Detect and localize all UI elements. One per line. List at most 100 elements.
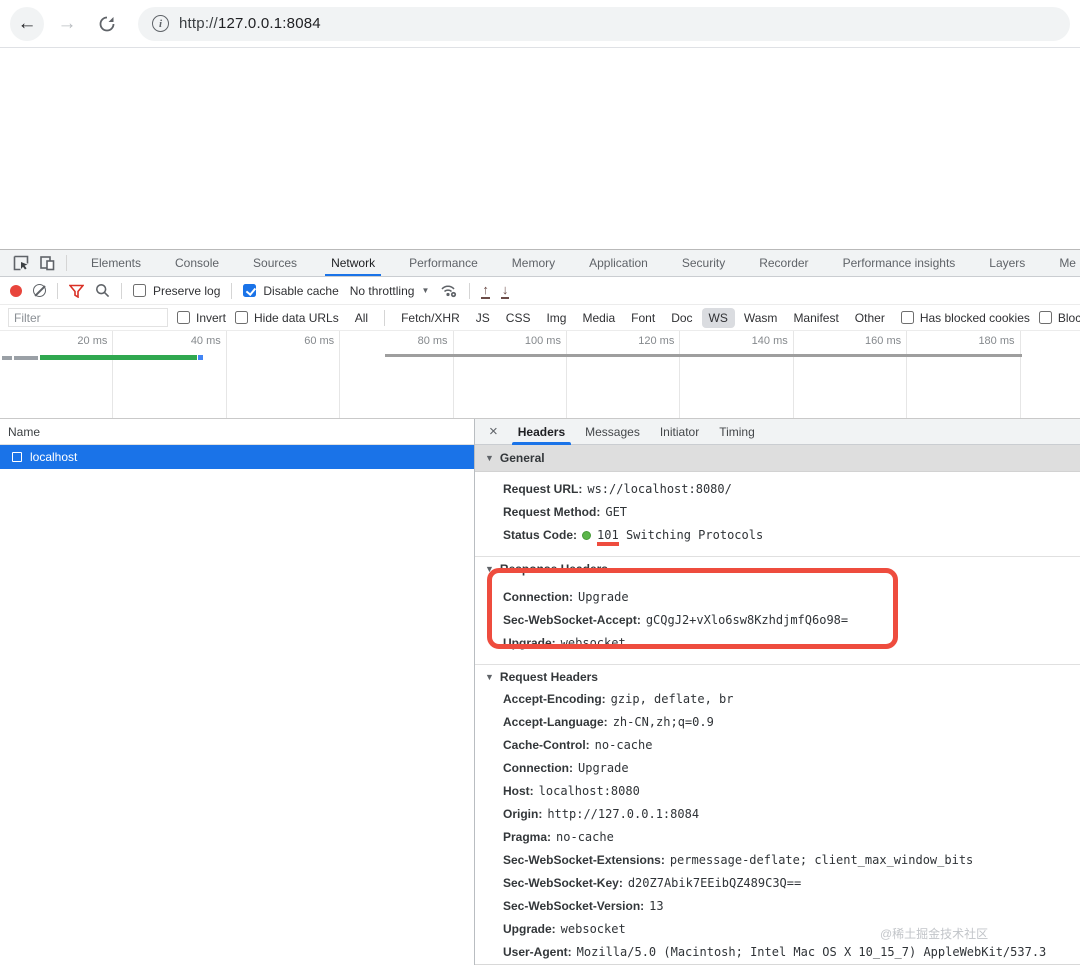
reload-button[interactable] [90, 7, 124, 41]
filter-chip[interactable]: Doc [664, 308, 699, 328]
devtools-tab[interactable]: Sources [249, 250, 301, 277]
header-value: GET [605, 505, 627, 519]
devtools-tab-label: Memory [512, 256, 555, 270]
search-icon[interactable] [95, 283, 110, 298]
filter-chip[interactable]: Other [848, 308, 892, 328]
request-row-localhost[interactable]: localhost [0, 445, 474, 469]
header-key: Sec-WebSocket-Version: [503, 899, 644, 913]
export-har-icon[interactable]: ↓ [501, 282, 510, 299]
devtools-tab[interactable]: Elements [87, 250, 145, 277]
status-code-text [619, 528, 626, 542]
request-name: localhost [30, 450, 77, 464]
section-request-headers[interactable]: ▼ Request Headers [475, 664, 1080, 687]
devtools-panel: Elements Console Sources Network Perform… [0, 249, 1080, 965]
header-key: Host: [503, 784, 534, 798]
header-row: Origin:http://127.0.0.1:8084 [475, 803, 1080, 826]
network-conditions-icon[interactable] [440, 284, 458, 298]
devtools-tab-label: Application [589, 256, 648, 270]
devtools-tab[interactable]: Console [171, 250, 223, 277]
filter-chip[interactable]: WS [702, 308, 735, 328]
network-toolbar: Preserve log Disable cache No throttling… [0, 277, 1080, 305]
device-toolbar-button[interactable] [34, 250, 60, 276]
name-column-header[interactable]: Name [0, 419, 474, 445]
header-value: ws://localhost:8080/ [587, 482, 732, 496]
invert-filter[interactable]: Invert [177, 311, 226, 325]
network-overview-timeline[interactable]: 20 ms 40 ms 60 ms 80 ms 100 ms 120 ms 14… [0, 331, 1080, 419]
back-button[interactable]: ← [10, 7, 44, 41]
filter-chip[interactable]: Wasm [737, 308, 785, 328]
url-text[interactable]: http://127.0.0.1:8084 [179, 15, 321, 32]
network-main-area: Name localhost × Headers Messages Initia… [0, 419, 1080, 965]
clear-network-log-icon[interactable] [33, 284, 46, 297]
devtools-tab[interactable]: Recorder [755, 250, 812, 277]
preserve-log-checkbox[interactable] [133, 284, 146, 297]
header-row: Accept-Encoding:gzip, deflate, br [475, 688, 1080, 711]
header-key: Request Method: [503, 505, 600, 519]
detail-tab[interactable]: Timing [709, 419, 765, 445]
url-host: 127.0.0.1:8084 [218, 15, 321, 32]
devtools-tab[interactable]: Network [327, 250, 379, 277]
devtools-tab[interactable]: Memory [508, 250, 559, 277]
hide-data-urls-checkbox[interactable] [235, 311, 248, 324]
divider [66, 255, 67, 271]
detail-tab[interactable]: Headers [508, 419, 575, 445]
site-info-icon[interactable]: i [152, 15, 169, 32]
filter-chip[interactable]: Fetch/XHR [394, 308, 467, 328]
filter-chip[interactable]: Font [624, 308, 662, 328]
has-blocked-cookies-filter[interactable]: Has blocked cookies [901, 311, 1030, 325]
header-key: Upgrade: [503, 922, 556, 936]
close-details-icon[interactable]: × [483, 423, 504, 440]
header-key: User-Agent: [503, 945, 572, 959]
devtools-tab[interactable]: Application [585, 250, 652, 277]
devtools-tab[interactable]: Security [678, 250, 729, 277]
filter-icon[interactable] [69, 284, 84, 298]
header-key: Sec-WebSocket-Key: [503, 876, 623, 890]
divider [57, 283, 58, 299]
chevron-down-icon: ▼ [421, 286, 429, 295]
devtools-tab[interactable]: Layers [985, 250, 1029, 277]
has-blocked-cookies-checkbox[interactable] [901, 311, 914, 324]
response-header-rows: Connection:Upgrade Sec-WebSocket-Accept:… [475, 580, 1080, 664]
filter-chip-all[interactable]: All [348, 308, 375, 328]
section-general[interactable]: ▼ General [475, 445, 1080, 472]
filter-chip[interactable]: Manifest [786, 308, 845, 328]
header-row: Upgrade:websocket [475, 918, 1080, 941]
waterfall-bar-gray [14, 356, 38, 360]
general-rows: Request URL:ws://localhost:8080/ Request… [475, 472, 1080, 556]
hide-data-urls-filter[interactable]: Hide data URLs [235, 311, 339, 325]
filter-chip[interactable]: JS [469, 308, 497, 328]
header-value: http://127.0.0.1:8084 [547, 807, 699, 821]
header-row: Sec-WebSocket-Extensions:permessage-defl… [475, 849, 1080, 872]
section-response-headers[interactable]: ▼ Response Headers [475, 556, 1080, 579]
disable-cache-checkbox[interactable] [243, 284, 256, 297]
devtools-tab-label: Elements [91, 256, 141, 270]
invert-label: Invert [196, 311, 226, 325]
invert-checkbox[interactable] [177, 311, 190, 324]
address-bar[interactable]: i http://127.0.0.1:8084 [138, 7, 1070, 41]
status-code-value: 101 [597, 528, 619, 546]
filter-chip[interactable]: CSS [499, 308, 538, 328]
blocked-requests-filter[interactable]: Blocked [1039, 311, 1080, 325]
detail-tab[interactable]: Messages [575, 419, 650, 445]
devtools-tab[interactable]: Performance [405, 250, 482, 277]
forward-button[interactable]: → [50, 7, 84, 41]
resource-type-chips: Fetch/XHR JS CSS Img Media Font Doc WS W… [394, 308, 892, 328]
devtools-tab-label: Sources [253, 256, 297, 270]
import-har-icon[interactable]: ↑ [481, 282, 490, 299]
throttling-select[interactable]: No throttling ▼ [350, 284, 430, 298]
triangle-down-icon: ▼ [485, 453, 494, 463]
timeline-tick: 60 ms [227, 331, 340, 418]
devtools-tab-label: Security [682, 256, 725, 270]
filter-input[interactable] [8, 308, 168, 327]
disable-cache-label[interactable]: Disable cache [263, 284, 338, 298]
filter-chip[interactable]: Media [575, 308, 622, 328]
devtools-tab[interactable]: Performance insights [839, 250, 960, 277]
filter-chip[interactable]: Img [539, 308, 573, 328]
preserve-log-label[interactable]: Preserve log [153, 284, 220, 298]
header-key: Connection: [503, 590, 573, 604]
detail-tab[interactable]: Initiator [650, 419, 709, 445]
record-network-log-button[interactable] [10, 285, 22, 297]
inspect-element-button[interactable] [8, 250, 34, 276]
devtools-tab[interactable]: Me [1055, 250, 1080, 277]
blocked-requests-checkbox[interactable] [1039, 311, 1052, 324]
